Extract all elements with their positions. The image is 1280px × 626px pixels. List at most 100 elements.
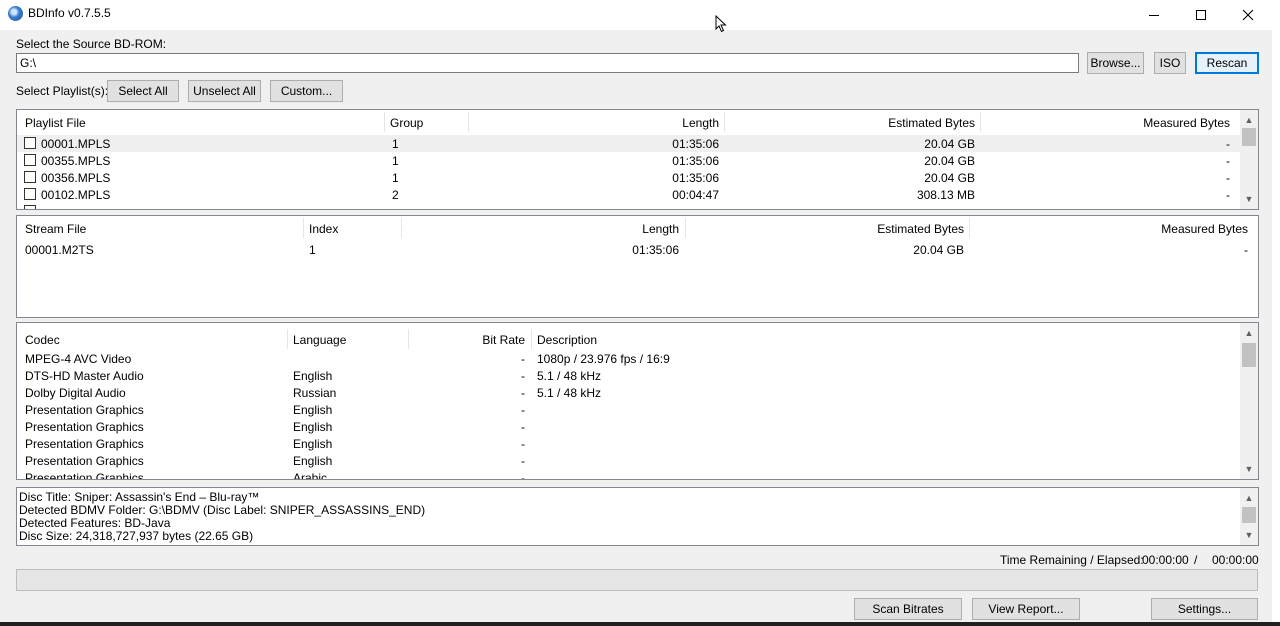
col-stream-measured-bytes[interactable]: Measured Bytes	[975, 222, 1248, 236]
codec-row[interactable]: Presentation Graphics English -	[17, 435, 1240, 452]
select-all-button[interactable]: Select All	[107, 80, 179, 102]
codec-bit-rate: -	[521, 420, 525, 434]
playlist-checkbox[interactable]	[24, 154, 36, 166]
source-path-value: G:\	[20, 56, 37, 70]
view-report-button[interactable]: View Report...	[972, 598, 1080, 620]
codec-description: 5.1 / 48 kHz	[537, 369, 602, 383]
bdinfo-app-icon	[8, 6, 23, 21]
playlist-table: Playlist File Group Length Estimated Byt…	[16, 109, 1259, 210]
col-codec[interactable]: Codec	[25, 333, 60, 347]
playlist-file: 00102.MPLS	[41, 188, 111, 202]
col-bit-rate[interactable]: Bit Rate	[414, 333, 525, 347]
source-label: Select the Source BD-ROM:	[16, 37, 167, 51]
scan-bitrates-button[interactable]: Scan Bitrates	[854, 598, 962, 620]
mouse-cursor-icon	[715, 15, 727, 33]
col-language[interactable]: Language	[293, 333, 346, 347]
scroll-down-icon[interactable]: ▼	[1240, 191, 1258, 207]
col-estimated-bytes[interactable]: Estimated Bytes	[730, 116, 975, 130]
playlist-measured-bytes: -	[1226, 137, 1230, 151]
stream-index: 1	[309, 243, 316, 257]
close-button[interactable]	[1225, 0, 1271, 30]
col-group[interactable]: Group	[390, 116, 423, 130]
playlist-length: 01:35:06	[672, 154, 719, 168]
playlist-measured-bytes: -	[1226, 188, 1230, 202]
scroll-thumb[interactable]	[1242, 507, 1256, 523]
codec-scrollbar[interactable]: ▲ ▼	[1240, 323, 1258, 479]
col-description[interactable]: Description	[537, 333, 597, 347]
playlist-checkbox[interactable]	[24, 171, 36, 183]
playlist-estimated-bytes: 308.13 MB	[916, 188, 975, 202]
playlist-length: 01:35:06	[672, 137, 719, 151]
codec-bit-rate: -	[521, 386, 525, 400]
playlist-row[interactable]: 00356.MPLS 1 01:35:06 20.04 GB -	[17, 169, 1240, 186]
col-measured-bytes[interactable]: Measured Bytes	[986, 116, 1230, 130]
codec-name: MPEG-4 AVC Video	[25, 352, 132, 366]
playlist-row-partial[interactable]	[17, 203, 1240, 209]
scroll-thumb[interactable]	[1242, 343, 1256, 367]
col-length[interactable]: Length	[477, 116, 719, 130]
unselect-all-button[interactable]: Unselect All	[188, 80, 261, 102]
stream-measured-bytes: -	[1244, 243, 1248, 257]
codec-name: Presentation Graphics	[25, 403, 144, 417]
scroll-thumb[interactable]	[1242, 128, 1256, 146]
codec-bit-rate: -	[521, 437, 525, 451]
settings-button[interactable]: Settings...	[1151, 598, 1258, 620]
playlist-length: 00:04:47	[672, 188, 719, 202]
scroll-down-icon[interactable]: ▼	[1240, 527, 1258, 543]
codec-language: English	[293, 454, 333, 468]
time-separator: /	[1194, 553, 1198, 567]
stream-length: 01:35:06	[632, 243, 679, 257]
browse-button[interactable]: Browse...	[1087, 52, 1144, 74]
playlist-row[interactable]: 00355.MPLS 1 01:35:06 20.04 GB -	[17, 152, 1240, 169]
playlist-checkbox[interactable]	[24, 205, 36, 209]
maximize-button[interactable]	[1178, 0, 1224, 30]
codec-row[interactable]: Presentation Graphics English -	[17, 418, 1240, 435]
stream-row[interactable]: 00001.M2TS 1 01:35:06 20.04 GB -	[17, 241, 1258, 258]
iso-button[interactable]: ISO	[1154, 52, 1186, 74]
col-stream-estimated-bytes[interactable]: Estimated Bytes	[691, 222, 964, 236]
scroll-up-icon[interactable]: ▲	[1240, 490, 1258, 506]
rescan-button[interactable]: Rescan	[1195, 52, 1259, 74]
codec-row[interactable]: Presentation Graphics English -	[17, 452, 1240, 469]
codec-row[interactable]: DTS-HD Master Audio English - 5.1 / 48 k…	[17, 367, 1240, 384]
playlist-file: 00001.MPLS	[41, 137, 111, 151]
codec-row[interactable]: MPEG-4 AVC Video - 1080p / 23.976 fps / …	[17, 350, 1240, 367]
info-line: Detected BDMV Folder: G:\BDMV (Disc Labe…	[19, 503, 426, 517]
col-stream-file[interactable]: Stream File	[25, 222, 86, 236]
codec-name: Presentation Graphics	[25, 454, 144, 468]
scan-progress-bar	[16, 569, 1258, 591]
playlist-estimated-bytes: 20.04 GB	[924, 171, 975, 185]
codec-row-partial[interactable]: Presentation Graphics Arabic -	[17, 469, 1240, 480]
playlist-scrollbar[interactable]: ▲ ▼	[1240, 110, 1258, 209]
minimize-button[interactable]	[1131, 0, 1177, 30]
disc-info-textbox[interactable]: Disc Title: Sniper: Assassin's End – Blu…	[16, 487, 1259, 546]
codec-description: 1080p / 23.976 fps / 16:9	[537, 352, 670, 366]
scroll-up-icon[interactable]: ▲	[1240, 112, 1258, 128]
codec-row[interactable]: Presentation Graphics English -	[17, 401, 1240, 418]
playlist-checkbox[interactable]	[24, 188, 36, 200]
title-bar	[0, 0, 1280, 30]
codec-language: English	[293, 403, 333, 417]
custom-button[interactable]: Custom...	[270, 80, 343, 102]
source-path-input[interactable]: G:\	[16, 53, 1079, 73]
playlist-measured-bytes: -	[1226, 171, 1230, 185]
playlist-row[interactable]: 00001.MPLS 1 01:35:06 20.04 GB -	[17, 135, 1240, 152]
info-scrollbar[interactable]: ▲ ▼	[1240, 488, 1258, 545]
codec-name: Presentation Graphics	[25, 420, 144, 434]
codec-bit-rate: -	[521, 471, 525, 480]
col-stream-length[interactable]: Length	[407, 222, 679, 236]
playlist-checkbox[interactable]	[24, 137, 36, 149]
codec-language: English	[293, 369, 333, 383]
scroll-up-icon[interactable]: ▲	[1240, 325, 1258, 341]
scroll-down-icon[interactable]: ▼	[1240, 461, 1258, 477]
playlist-group: 1	[392, 137, 399, 151]
codec-row[interactable]: Dolby Digital Audio Russian - 5.1 / 48 k…	[17, 384, 1240, 401]
playlist-length: 01:35:06	[672, 171, 719, 185]
minimize-icon	[1149, 15, 1159, 16]
col-playlist-file[interactable]: Playlist File	[25, 116, 86, 130]
info-line: Disc Size: 24,318,727,937 bytes (22.65 G…	[19, 529, 254, 543]
col-index[interactable]: Index	[309, 222, 338, 236]
playlist-row[interactable]: 00102.MPLS 2 00:04:47 308.13 MB -	[17, 186, 1240, 203]
background-window-edge	[1272, 0, 1280, 626]
taskbar-edge	[0, 622, 1280, 626]
